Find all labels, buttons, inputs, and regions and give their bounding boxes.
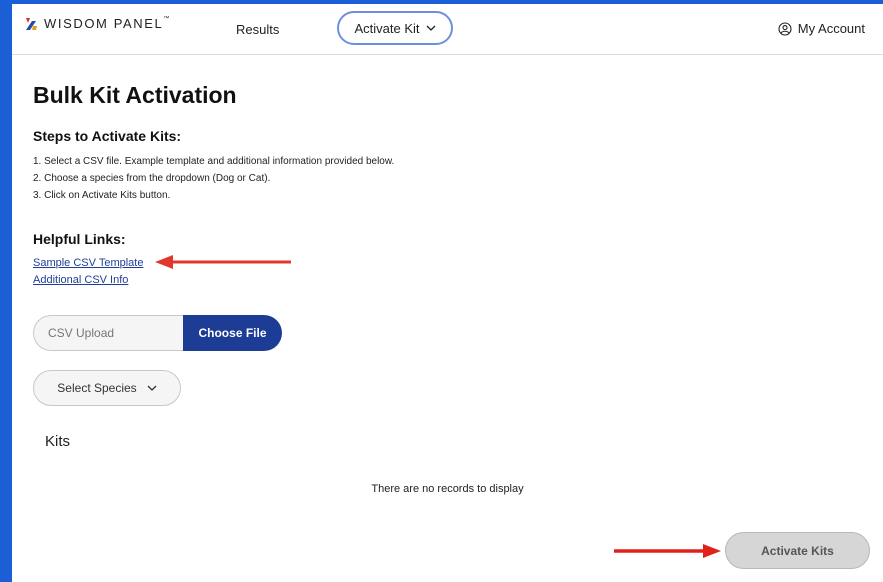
additional-csv-info-link[interactable]: Additional CSV Info <box>33 272 143 289</box>
kits-heading: Kits <box>45 433 71 450</box>
species-select-label: Select Species <box>57 381 137 395</box>
helpful-links-title: Helpful Links: <box>33 231 126 247</box>
helpful-links: Sample CSV Template Additional CSV Info <box>33 255 143 289</box>
csv-upload-group: Choose File <box>33 315 282 351</box>
species-select[interactable]: Select Species <box>33 370 181 406</box>
app-frame: WISDOM PANEL™ Results Activate Kit My Ac… <box>12 4 883 582</box>
brand-logo[interactable]: WISDOM PANEL™ <box>24 16 169 31</box>
csv-upload-input[interactable] <box>33 315 183 351</box>
my-account-label: My Account <box>797 21 865 36</box>
top-nav: WISDOM PANEL™ Results Activate Kit My Ac… <box>12 4 883 55</box>
logo-mark-icon <box>26 17 37 30</box>
chevron-down-icon <box>147 385 157 391</box>
activate-kits-button[interactable]: Activate Kits <box>725 532 870 569</box>
step-item: 3. Click on Activate Kits button. <box>33 190 171 201</box>
steps-list: 1. Select a CSV file. Example template a… <box>33 153 394 204</box>
brand-name: WISDOM PANEL™ <box>44 16 170 31</box>
choose-file-button[interactable]: Choose File <box>183 315 282 351</box>
steps-title: Steps to Activate Kits: <box>33 128 182 144</box>
empty-table-message: There are no records to display <box>371 483 524 495</box>
chevron-down-icon <box>426 25 435 31</box>
step-item: 2. Choose a species from the dropdown (D… <box>33 173 271 184</box>
page-title: Bulk Kit Activation <box>33 82 237 108</box>
annotation-arrow-right <box>614 544 721 558</box>
nav-activate-kit-label: Activate Kit <box>354 20 420 36</box>
sample-csv-template-link[interactable]: Sample CSV Template <box>33 255 143 272</box>
step-item: 1. Select a CSV file. Example template a… <box>33 156 395 167</box>
nav-results[interactable]: Results <box>236 22 279 37</box>
my-account-link[interactable]: My Account <box>778 21 865 36</box>
nav-activate-kit[interactable]: Activate Kit <box>337 11 453 45</box>
annotation-arrow-left <box>155 255 291 269</box>
user-circle-icon <box>778 21 792 36</box>
